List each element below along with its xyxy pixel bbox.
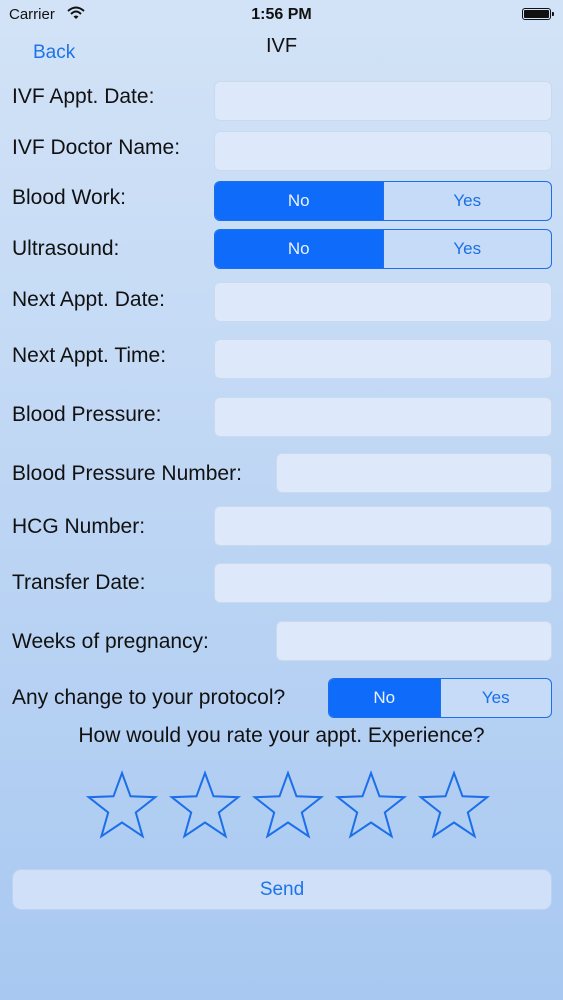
ultrasound-yes-option[interactable]: Yes (382, 230, 552, 268)
blood-pressure-number-field[interactable] (276, 453, 552, 493)
weeks-pregnancy-label: Weeks of pregnancy: (12, 630, 209, 653)
appt-date-field[interactable] (214, 81, 552, 121)
doctor-name-field[interactable] (214, 131, 552, 171)
next-appt-time-label: Next Appt. Time: (12, 344, 167, 367)
blood-work-yes-option[interactable]: Yes (382, 182, 552, 220)
ultrasound-no-option[interactable]: No (215, 230, 383, 268)
next-appt-date-label: Next Appt. Date: (12, 288, 165, 311)
hcg-number-label: HCG Number: (12, 515, 146, 538)
send-button[interactable]: Send (12, 869, 552, 910)
transfer-date-label: Transfer Date: (12, 571, 146, 594)
protocol-change-label: Any change to your protocol? (12, 686, 286, 709)
ultrasound-segmented-control[interactable]: No Yes (214, 229, 552, 269)
star-icon[interactable] (168, 770, 242, 839)
transfer-date-field[interactable] (214, 563, 552, 603)
appt-date-label: IVF Appt. Date: (12, 85, 155, 108)
battery-icon (522, 8, 554, 20)
star-icon[interactable] (417, 770, 491, 839)
star-rating[interactable] (86, 768, 496, 844)
page-title: IVF (265, 35, 298, 57)
ultrasound-label: Ultrasound: (12, 237, 120, 260)
blood-work-segmented-control[interactable]: No Yes (214, 181, 552, 221)
next-appt-time-field[interactable] (214, 339, 552, 379)
protocol-no-option[interactable]: No (329, 679, 440, 717)
next-appt-date-field[interactable] (214, 282, 552, 322)
blood-work-no-option[interactable]: No (215, 182, 383, 220)
star-icon[interactable] (251, 770, 325, 839)
star-icon[interactable] (86, 770, 159, 839)
hcg-number-field[interactable] (214, 506, 552, 546)
rating-question: How would you rate your appt. Experience… (78, 724, 485, 747)
doctor-name-label: IVF Doctor Name: (12, 136, 181, 159)
blood-work-label: Blood Work: (12, 186, 126, 209)
star-icon[interactable] (334, 770, 408, 839)
weeks-pregnancy-field[interactable] (276, 621, 552, 661)
protocol-segmented-control[interactable]: No Yes (328, 678, 552, 718)
status-bar: Carrier 1:56 PM (0, 0, 563, 30)
status-time: 1:56 PM (251, 6, 312, 23)
protocol-yes-option[interactable]: Yes (439, 679, 552, 717)
blood-pressure-field[interactable] (214, 397, 552, 437)
blood-pressure-label: Blood Pressure: (12, 403, 162, 426)
blood-pressure-number-label: Blood Pressure Number: (12, 462, 242, 485)
